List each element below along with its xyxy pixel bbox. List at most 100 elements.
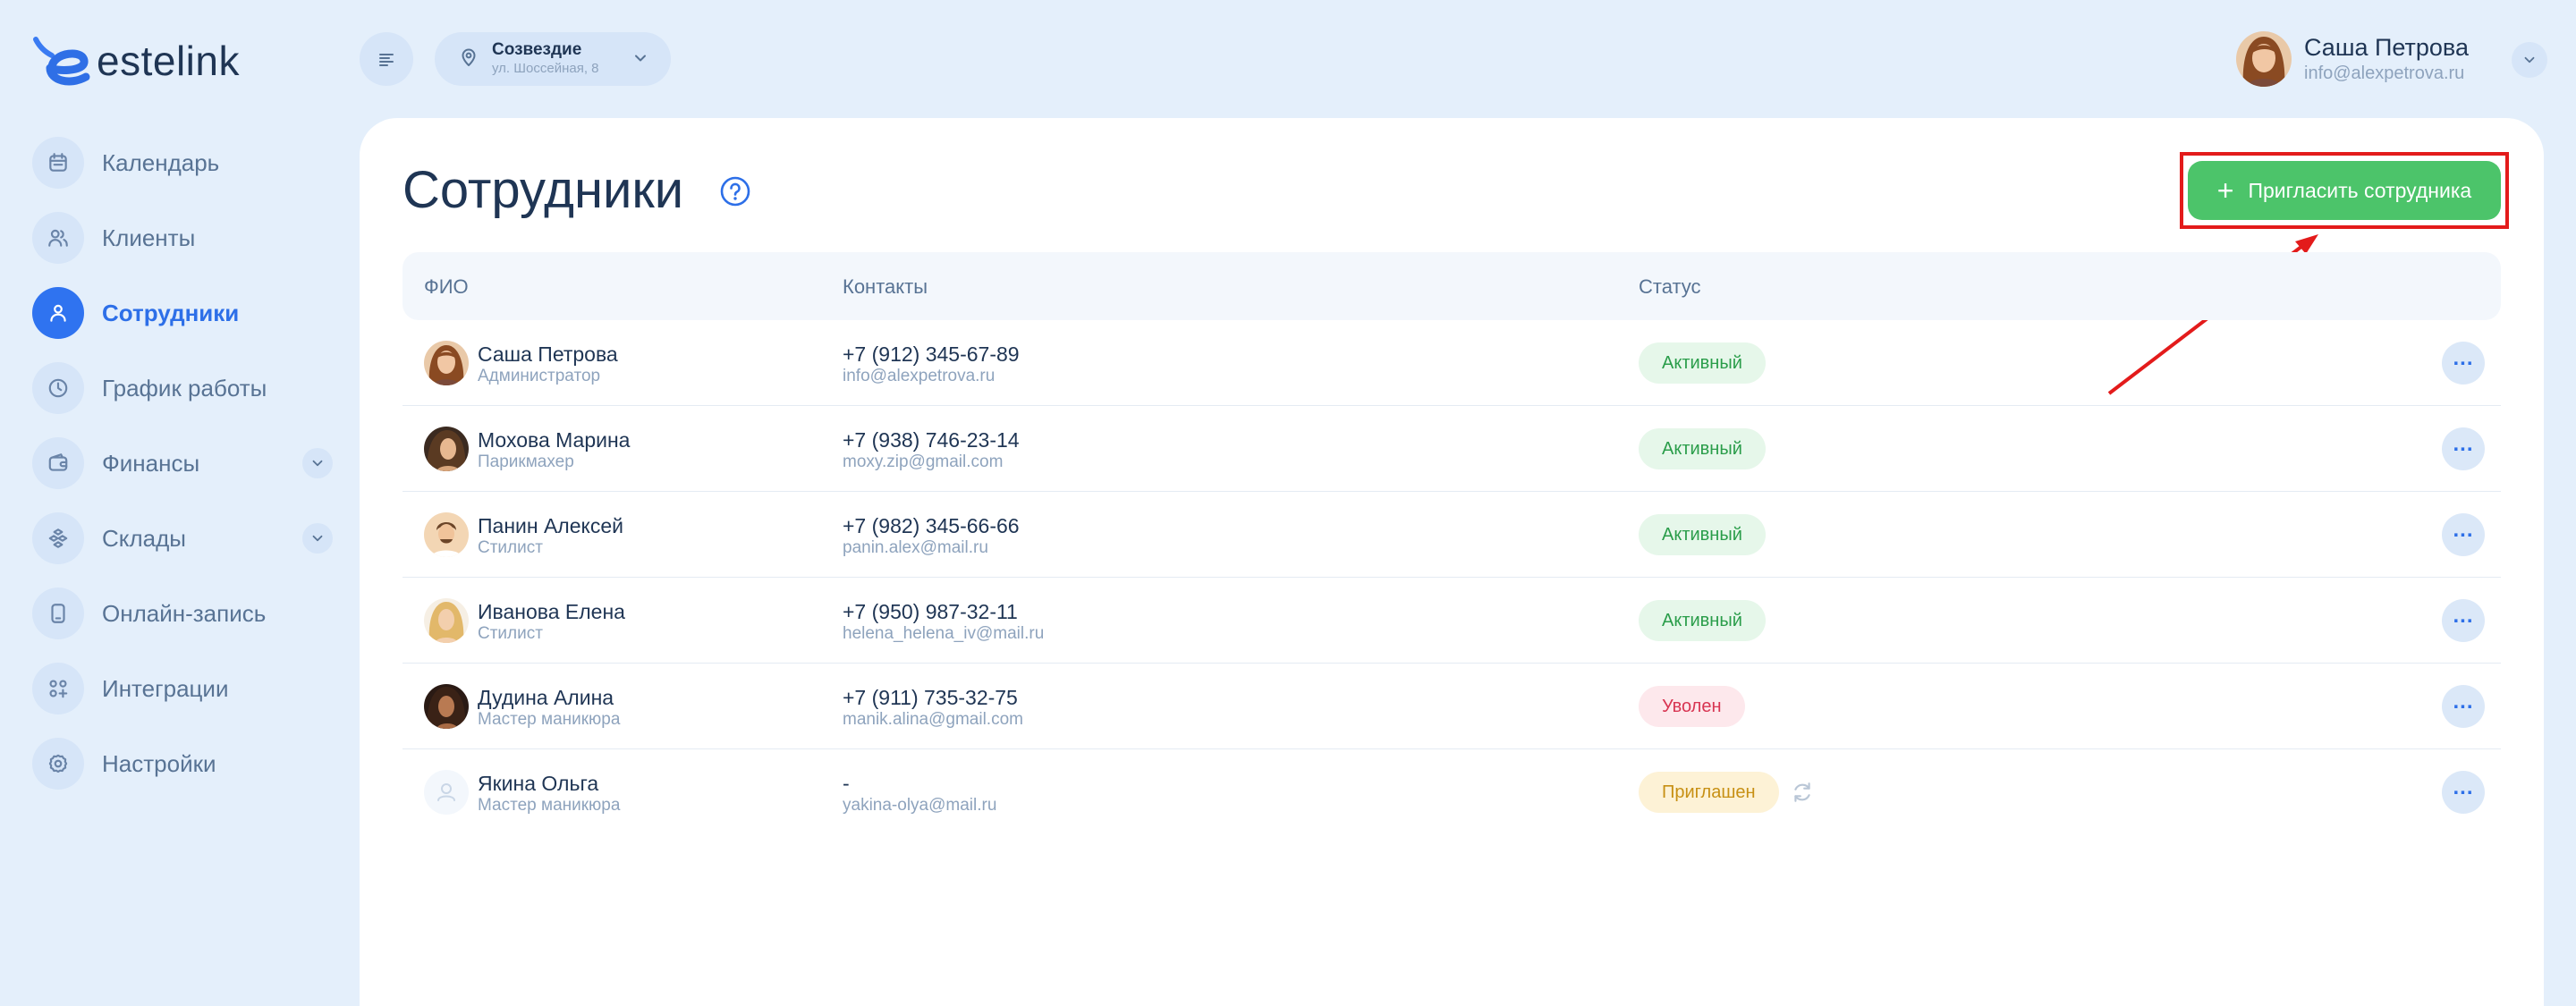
employee-name: Дудина Алина — [478, 686, 614, 709]
employee-name: Мохова Марина — [478, 428, 631, 452]
user-profile[interactable]: Саша Петрова info@alexpetrova.ru — [2236, 30, 2469, 88]
employee-phone: +7 (938) 746-23-14 — [843, 428, 1020, 452]
phone-icon — [32, 588, 84, 639]
row-actions-button[interactable]: ... — [2442, 342, 2485, 385]
gear-icon — [32, 738, 84, 790]
employee-email: yakina-olya@mail.ru — [843, 796, 997, 815]
invite-button-label: Пригласить сотрудника — [2248, 178, 2472, 202]
sidebar-item-label: Календарь — [102, 148, 220, 176]
status-badge: Уволен — [1639, 686, 1745, 727]
employee-phone: - — [843, 772, 850, 795]
avatar — [424, 341, 469, 385]
employee-name: Иванова Елена — [478, 600, 625, 623]
clock-icon — [32, 362, 84, 414]
table-row[interactable]: Мохова Марина Парикмахер +7 (938) 746-23… — [402, 406, 2501, 492]
chevron-down-icon[interactable] — [302, 523, 333, 554]
chevron-down-icon — [631, 49, 649, 72]
sidebar-item-clients[interactable]: Клиенты — [32, 211, 333, 265]
status-badge: Активный — [1639, 600, 1766, 641]
employee-role: Парикмахер — [478, 452, 574, 471]
logo-mark-icon — [33, 37, 90, 86]
employee-phone: +7 (911) 735-32-75 — [843, 686, 1018, 709]
column-header-contacts: Контакты — [843, 275, 928, 298]
employee-email: panin.alex@mail.ru — [843, 538, 988, 557]
sidebar-item-warehouses[interactable]: Склады — [32, 511, 333, 565]
clients-icon — [32, 212, 84, 264]
sidebar-item-calendar[interactable]: Календарь — [32, 136, 333, 190]
table-header: ФИО Контакты Статус — [402, 252, 2501, 320]
table-row[interactable]: Якина Ольга Мастер маникюра - yakina-oly… — [402, 749, 2501, 835]
row-actions-button[interactable]: ... — [2442, 513, 2485, 556]
sidebar-item-label: Интеграции — [102, 674, 229, 702]
sidebar-item-employees[interactable]: Сотрудники — [32, 286, 333, 340]
avatar — [424, 427, 469, 471]
user-email: info@alexpetrova.ru — [2304, 63, 2465, 83]
chevron-down-icon — [2524, 56, 2535, 63]
boxes-icon — [32, 512, 84, 564]
table-row[interactable]: Панин Алексей Стилист +7 (982) 345-66-66… — [402, 492, 2501, 578]
calendar-icon — [32, 137, 84, 189]
employee-icon — [32, 287, 84, 339]
column-header-status: Статус — [1639, 275, 1701, 298]
wallet-icon — [32, 437, 84, 489]
avatar — [2236, 31, 2292, 87]
plus-icon: + — [2216, 174, 2234, 207]
user-name: Саша Петрова — [2304, 34, 2469, 61]
integrations-icon — [32, 663, 84, 714]
employee-name: Саша Петрова — [478, 342, 618, 366]
employee-phone: +7 (982) 345-66-66 — [843, 514, 1020, 537]
sidebar-item-settings[interactable]: Настройки — [32, 737, 333, 790]
employee-phone: +7 (912) 345-67-89 — [843, 342, 1020, 366]
table-row[interactable]: Саша Петрова Администратор +7 (912) 345-… — [402, 320, 2501, 406]
more-dots-icon: ... — [2453, 689, 2474, 714]
row-actions-button[interactable]: ... — [2442, 599, 2485, 642]
avatar-placeholder — [424, 770, 469, 815]
row-actions-button[interactable]: ... — [2442, 427, 2485, 470]
location-name: Созвездие — [492, 40, 582, 59]
brand-name: estelink — [97, 38, 240, 84]
menu-lines-icon — [379, 54, 394, 66]
avatar — [424, 684, 469, 729]
sidebar-item-integrations[interactable]: Интеграции — [32, 662, 333, 715]
employee-role: Администратор — [478, 367, 601, 385]
chevron-down-icon[interactable] — [302, 448, 333, 478]
employee-role: Стилист — [478, 624, 543, 643]
employee-role: Стилист — [478, 538, 543, 557]
sidebar-item-label: Финансы — [102, 449, 200, 477]
table-row[interactable]: Дудина Алина Мастер маникюра +7 (911) 73… — [402, 664, 2501, 749]
status-badge: Активный — [1639, 428, 1766, 469]
more-dots-icon: ... — [2453, 518, 2474, 542]
avatar — [424, 512, 469, 557]
status-badge: Приглашен — [1639, 772, 1779, 813]
sidebar-item-label: Склады — [102, 524, 186, 552]
user-menu-button[interactable] — [2512, 42, 2547, 78]
help-icon[interactable] — [719, 175, 751, 207]
employee-email: helena_helena_iv@mail.ru — [843, 624, 1045, 643]
menu-toggle-button[interactable] — [360, 32, 413, 86]
sidebar-item-label: Онлайн-запись — [102, 599, 267, 627]
sidebar-item-label: Настройки — [102, 749, 216, 777]
sidebar-item-label: График работы — [102, 374, 267, 402]
invite-employee-button[interactable]: + Пригласить сотрудника — [2188, 161, 2501, 220]
row-actions-button[interactable]: ... — [2442, 685, 2485, 728]
table-row[interactable]: Иванова Елена Стилист +7 (950) 987-32-11… — [402, 578, 2501, 664]
more-dots-icon: ... — [2453, 432, 2474, 456]
status-badge: Активный — [1639, 514, 1766, 555]
status-badge: Активный — [1639, 342, 1766, 384]
sidebar-item-finance[interactable]: Финансы — [32, 436, 333, 490]
sidebar-item-label: Клиенты — [102, 224, 196, 251]
employee-role: Мастер маникюра — [478, 796, 621, 815]
sidebar-item-online-booking[interactable]: Онлайн-запись — [32, 587, 333, 640]
row-actions-button[interactable]: ... — [2442, 771, 2485, 814]
employee-email: info@alexpetrova.ru — [843, 367, 996, 385]
column-header-name: ФИО — [424, 275, 469, 298]
more-dots-icon: ... — [2453, 775, 2474, 799]
refresh-icon[interactable] — [1791, 781, 1814, 804]
employee-phone: +7 (950) 987-32-11 — [843, 600, 1018, 623]
employee-role: Мастер маникюра — [478, 710, 621, 729]
more-dots-icon: ... — [2453, 604, 2474, 628]
sidebar-item-schedule[interactable]: График работы — [32, 361, 333, 415]
employee-name: Якина Ольга — [478, 772, 599, 795]
app-logo[interactable]: estelink — [30, 32, 240, 89]
location-selector[interactable]: Созвездие ул. Шоссейная, 8 — [435, 32, 671, 86]
